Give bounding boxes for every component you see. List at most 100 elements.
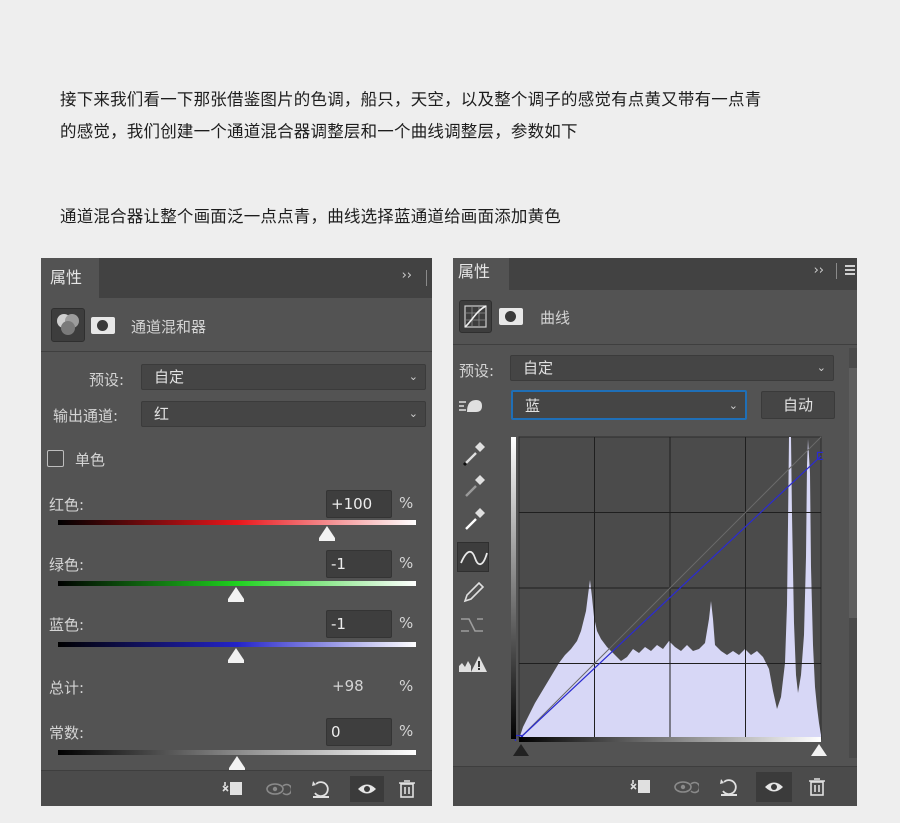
constant-value-input[interactable]: 0: [326, 718, 392, 746]
chevron-down-icon: ⌄: [408, 370, 418, 383]
output-channel-value: 红: [154, 405, 170, 423]
layer-mask-icon[interactable]: [499, 308, 523, 325]
panel-title: 曲线: [540, 309, 571, 327]
tab-properties[interactable]: 属性: [453, 258, 509, 290]
preset-value: 自定: [523, 359, 554, 377]
clip-to-layer-icon[interactable]: [627, 774, 655, 800]
collapse-icon[interactable]: ››: [814, 263, 824, 278]
curve-graph[interactable]: [511, 435, 826, 744]
curve-points-icon-glyph: [460, 550, 488, 566]
reset-icon[interactable]: [307, 776, 335, 802]
red-slider-track[interactable]: [58, 520, 416, 525]
red-percent: %: [399, 494, 414, 512]
panel-menu-icon[interactable]: [845, 265, 855, 275]
preset-label: 预设:: [459, 362, 495, 380]
header-divider: [453, 344, 857, 345]
trash-icon-glyph: [809, 778, 825, 796]
visibility-eye-icon-glyph: [765, 782, 783, 792]
view-previous-icon-glyph: [674, 781, 701, 794]
channel-value: 蓝: [525, 397, 541, 415]
trash-icon-glyph: [399, 780, 415, 798]
auto-button[interactable]: 自动: [761, 391, 835, 419]
view-previous-icon[interactable]: [671, 774, 701, 800]
panel-footer: [453, 766, 857, 806]
collapse-icon[interactable]: ››: [402, 268, 412, 283]
smooth-icon-glyph: [461, 618, 483, 632]
total-label: 总计:: [49, 679, 85, 697]
clipping-warning-icon[interactable]: [457, 648, 489, 678]
trash-icon[interactable]: [393, 776, 421, 802]
curves-icon: [459, 300, 492, 333]
blue-value-input[interactable]: -1: [326, 610, 392, 638]
blue-slider-thumb[interactable]: [228, 648, 245, 663]
channel-select[interactable]: 蓝 ⌄: [511, 390, 747, 420]
pencil-icon-glyph: [463, 581, 485, 603]
black-point-eyedropper-icon[interactable]: [457, 438, 489, 468]
scrollbar-thumb[interactable]: [849, 368, 857, 618]
chevron-down-icon: ⌄: [408, 407, 418, 420]
reset-icon-glyph: [720, 779, 737, 796]
blue-percent: %: [399, 614, 414, 632]
header-divider: [41, 351, 432, 352]
white-input-slider[interactable]: [811, 744, 827, 756]
output-gradient-bar: [511, 437, 516, 739]
on-image-adjust-icon[interactable]: [455, 391, 487, 421]
clip-to-layer-icon-glyph: [222, 782, 242, 795]
clip-to-layer-icon[interactable]: [219, 776, 247, 802]
constant-slider-track[interactable]: [58, 750, 416, 755]
channel-mixer-icon: [51, 308, 85, 342]
preset-select[interactable]: 自定 ⌄: [510, 355, 834, 381]
view-previous-icon[interactable]: [263, 776, 293, 802]
article-line-3: 通道混合器让整个画面泛一点点青，曲线选择蓝通道给画面添加黄色: [60, 207, 561, 226]
visibility-eye-icon[interactable]: [756, 772, 792, 802]
monochrome-checkbox[interactable]: [47, 450, 64, 467]
monochrome-label: 单色: [75, 451, 106, 469]
chevron-down-icon: ⌄: [728, 399, 738, 412]
green-slider-thumb[interactable]: [228, 587, 245, 602]
reset-icon[interactable]: [715, 774, 743, 800]
constant-slider-thumb[interactable]: [229, 756, 245, 771]
total-value: +98: [332, 677, 364, 695]
preset-label: 预设:: [89, 371, 125, 389]
white-point-eyedropper-icon[interactable]: [457, 504, 489, 534]
curves-panel: 属性 ›› 曲线 预设: 自定 ⌄ 蓝 ⌄ 自动: [453, 258, 857, 806]
smooth-icon[interactable]: [457, 610, 489, 640]
blue-slider-track[interactable]: [58, 642, 416, 647]
panel-tab-bar: 属性 ››: [41, 258, 432, 298]
green-value-input[interactable]: -1: [326, 550, 392, 578]
curve-points-icon[interactable]: [457, 542, 489, 572]
black-input-slider[interactable]: [513, 744, 529, 756]
gray-point-eyedropper-icon-glyph: [465, 475, 485, 497]
gray-point-eyedropper-icon[interactable]: [457, 471, 489, 501]
panel-menu-divider: [426, 270, 427, 286]
pencil-icon[interactable]: [457, 576, 489, 606]
red-slider-thumb[interactable]: [318, 526, 335, 541]
mask-circle: [505, 311, 516, 322]
panel-scrollbar[interactable]: [849, 348, 857, 758]
curves-icon-glyph: [464, 305, 487, 328]
tab-properties[interactable]: 属性: [41, 258, 99, 298]
blue-label: 蓝色:: [49, 616, 85, 634]
article-line-2: 的感觉，我们创建一个通道混合器调整层和一个曲线调整层，参数如下: [60, 122, 578, 141]
preset-select[interactable]: 自定 ⌄: [141, 364, 426, 390]
output-channel-select[interactable]: 红 ⌄: [141, 401, 426, 427]
visibility-eye-icon[interactable]: [350, 776, 384, 802]
view-previous-icon-glyph: [266, 783, 293, 796]
total-percent: %: [399, 677, 414, 695]
panel-title: 通道混和器: [131, 318, 207, 336]
clipping-warning-icon-glyph: [459, 656, 487, 672]
curve-graph-svg: [511, 436, 826, 744]
green-slider-track[interactable]: [58, 581, 416, 586]
green-label: 绿色:: [49, 556, 85, 574]
input-gradient-bar: [519, 737, 821, 742]
output-channel-label: 输出通道:: [53, 407, 119, 425]
channel-mixer-panel: 属性 ›› 通道混和器 预设: 自定 ⌄ 输出通道: 红 ⌄ 单色 红色: +1…: [41, 258, 432, 806]
layer-mask-icon[interactable]: [91, 317, 115, 334]
red-value-input[interactable]: +100: [326, 490, 392, 518]
trash-icon[interactable]: [803, 774, 831, 800]
panel-menu-divider: [836, 263, 837, 279]
black-point-eyedropper-icon-glyph: [462, 442, 485, 467]
green-percent: %: [399, 554, 414, 572]
chevron-down-icon: ⌄: [816, 361, 826, 374]
constant-label: 常数:: [49, 724, 85, 742]
